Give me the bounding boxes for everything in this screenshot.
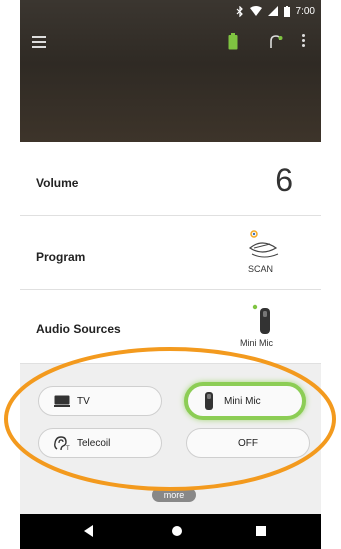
telecoil-ear-icon: T [53, 435, 71, 451]
volume-label: Volume [36, 176, 79, 190]
app-bar [20, 30, 321, 58]
status-bar: 7:00 [20, 0, 321, 22]
tv-icon [53, 393, 71, 409]
off-button[interactable]: OFF [186, 428, 310, 458]
more-button[interactable]: more [152, 488, 196, 502]
header-background: 7:00 [20, 0, 321, 142]
audio-sources-label: Audio Sources [36, 322, 121, 336]
program-row[interactable]: Program SCAN [20, 216, 321, 290]
audio-sources-value: Mini Mic [240, 338, 273, 348]
mini-mic-icon [252, 302, 272, 338]
mini-mic-button[interactable]: Mini Mic [184, 382, 306, 420]
phone-screen: 7:00 Volume 6 Program SCAN Audio Sources… [20, 0, 321, 549]
off-label: OFF [238, 437, 258, 449]
bluetooth-icon [236, 5, 244, 17]
telecoil-button[interactable]: T Telecoil [38, 428, 162, 458]
program-label: Program [36, 250, 86, 264]
program-value: SCAN [248, 264, 274, 274]
tv-button[interactable]: TV [38, 386, 162, 416]
navigation-bar [20, 514, 321, 549]
audio-sources-row[interactable]: Audio Sources Mini Mic [20, 290, 321, 364]
volume-row[interactable]: Volume 6 [20, 142, 321, 216]
signal-icon [267, 6, 278, 16]
tv-label: TV [77, 395, 90, 407]
audio-sources-panel: TV Mini Mic T Telecoil OFF more [20, 364, 321, 514]
menu-icon[interactable] [32, 36, 46, 48]
overflow-menu-icon[interactable] [300, 34, 306, 50]
scan-program-icon [244, 228, 284, 262]
svg-text:T: T [66, 446, 70, 451]
home-icon[interactable] [172, 526, 182, 536]
telecoil-label: Telecoil [77, 437, 111, 449]
wifi-icon [249, 6, 262, 16]
hearing-aid-icon[interactable] [268, 34, 284, 50]
mini-mic-label: Mini Mic [224, 395, 261, 407]
back-icon[interactable] [84, 524, 93, 542]
status-time: 7:00 [295, 5, 315, 17]
mini-mic-button-icon [200, 392, 218, 410]
battery-icon [283, 5, 290, 17]
hearing-aid-battery-icon[interactable] [228, 33, 238, 50]
volume-value: 6 [275, 162, 293, 198]
recent-apps-icon[interactable] [256, 526, 266, 536]
